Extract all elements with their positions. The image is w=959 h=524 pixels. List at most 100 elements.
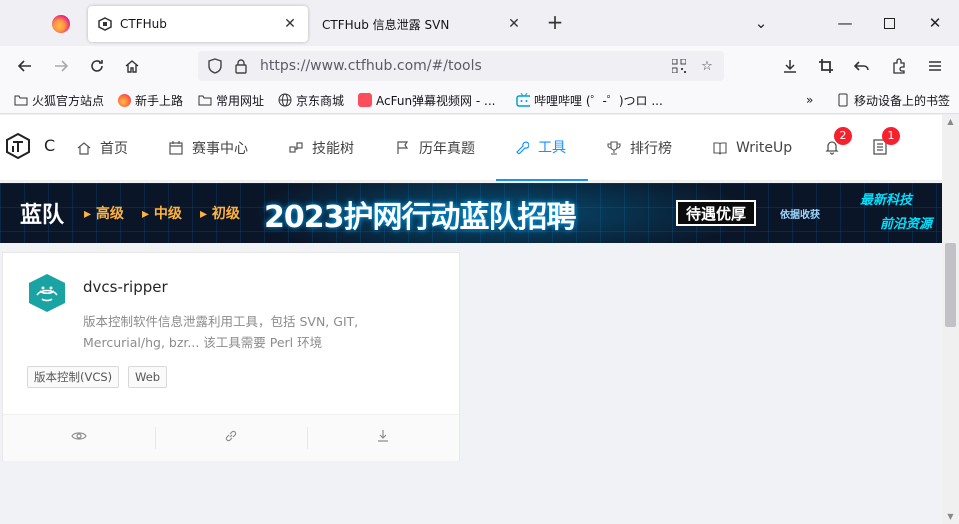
site-header: C 首页 赛事中心 技能树 历年真题 工具 排行榜 WriteUp 2 1	[0, 115, 942, 181]
flag-icon	[395, 140, 411, 156]
wrench-icon	[514, 139, 530, 155]
scroll-up-arrow-icon[interactable]: ▲	[942, 115, 959, 129]
browser-nav-bar: ☆	[0, 46, 959, 86]
banner-level-label: 高级	[95, 206, 124, 222]
banner-level-label: 初级	[211, 206, 240, 222]
tool-avatar-icon	[28, 273, 66, 313]
nav-item-label: 技能树	[312, 141, 354, 157]
view-button[interactable]	[3, 415, 155, 461]
forward-arrow-icon[interactable]	[49, 54, 73, 78]
window-close-button[interactable]: ✕	[924, 12, 946, 34]
tab-label: CTFHub	[120, 17, 167, 31]
folder-icon	[198, 93, 212, 107]
nav-item-writeup[interactable]: WriteUp	[712, 115, 792, 181]
maximize-button[interactable]	[878, 12, 900, 34]
eye-icon	[71, 430, 87, 446]
ctfhub-logo-icon[interactable]	[4, 132, 32, 160]
bookmark-item[interactable]: 移动设备上的书签	[836, 91, 950, 109]
notification-count-badge: 2	[834, 127, 852, 145]
banner-level-2: ▸ 中级	[142, 206, 182, 222]
tree-icon	[288, 140, 304, 156]
shield-icon[interactable]	[206, 57, 224, 75]
new-tab-button[interactable]: +	[545, 12, 565, 33]
menu-icon[interactable]	[923, 54, 947, 78]
folder-icon	[14, 93, 28, 107]
nav-item-label: WriteUp	[736, 140, 793, 156]
bookmark-label: 京东商城	[296, 93, 345, 108]
nav-item-label: 历年真题	[419, 141, 475, 157]
site-logo-text[interactable]: C	[44, 136, 55, 155]
bookmark-label: 新手上路	[135, 93, 184, 108]
back-arrow-icon[interactable]	[13, 54, 37, 78]
lock-icon[interactable]	[232, 57, 250, 75]
page-viewport: C 首页 赛事中心 技能树 历年真题 工具 排行榜 WriteUp 2 1 蓝队…	[0, 115, 942, 524]
banner-sub-tag: 依据收获	[780, 209, 820, 221]
bookmark-label: 常用网址	[216, 93, 265, 108]
nav-item-label: 排行榜	[630, 141, 672, 157]
close-icon[interactable]: ✕	[282, 16, 298, 32]
bookmarks-bar: 火狐官方站点 新手上路 常用网址 京东商城 AcFun弹幕视频网 - ... 哔…	[0, 86, 959, 114]
tool-card-actions	[3, 414, 459, 461]
banner-headline: 2023护网行动蓝队招聘	[264, 200, 576, 235]
bookmark-item[interactable]: 京东商城	[278, 91, 344, 109]
minimize-button[interactable]: —	[834, 12, 856, 34]
calendar-icon	[168, 140, 184, 156]
banner-level-label: 中级	[153, 206, 182, 222]
nav-item-home[interactable]: 首页	[76, 115, 128, 181]
bookmark-item[interactable]: 新手上路	[117, 91, 183, 109]
download-icon[interactable]	[778, 54, 802, 78]
reload-icon[interactable]	[85, 54, 109, 78]
page-scrollbar[interactable]: ▲ ▼	[942, 115, 959, 524]
nav-item-leaderboard[interactable]: 排行榜	[606, 115, 672, 181]
bookmark-item[interactable]: 常用网址	[198, 91, 264, 109]
extensions-icon[interactable]	[887, 54, 911, 78]
tool-tag[interactable]: Web	[128, 366, 168, 388]
banner-level-1: ▸ 高级	[84, 206, 124, 222]
home-icon	[76, 140, 92, 156]
link-button[interactable]	[155, 415, 307, 461]
star-icon[interactable]: ☆	[698, 57, 716, 75]
crop-icon[interactable]	[814, 54, 838, 78]
banner-level-3: ▸ 初级	[200, 206, 240, 222]
tab-ctfhub[interactable]: CTFHub ✕	[88, 6, 308, 42]
tab-ctfhub-svn[interactable]: CTFHub 信息泄露 SVN ✕	[312, 6, 532, 42]
mobile-icon	[836, 93, 850, 107]
close-icon[interactable]: ✕	[506, 16, 522, 32]
undo-icon[interactable]	[850, 54, 874, 78]
nav-item-tools[interactable]: 工具	[496, 115, 588, 181]
firefox-icon	[117, 93, 131, 107]
book-icon	[712, 140, 728, 156]
bookmark-label: 哔哩哔哩 (゜-゜)つロ ...	[534, 93, 663, 108]
bookmark-item[interactable]: 哔哩哔哩 (゜-゜)つロ ...	[516, 91, 663, 109]
trophy-icon	[606, 140, 622, 156]
bookmark-item[interactable]: 火狐官方站点	[14, 91, 104, 109]
message-count-badge: 1	[882, 127, 900, 145]
bookmarks-overflow-chevron-icon[interactable]: »	[806, 91, 813, 109]
tool-card[interactable]: dvcs-ripper 版本控制软件信息泄露利用工具，包括 SVN, GIT, …	[2, 252, 460, 461]
home-icon[interactable]	[120, 54, 144, 78]
url-input[interactable]	[260, 58, 660, 74]
download-button[interactable]	[307, 415, 459, 461]
scrollbar-thumb[interactable]	[945, 243, 956, 327]
scroll-down-arrow-icon[interactable]: ▼	[942, 510, 959, 524]
nav-item-label: 赛事中心	[192, 141, 248, 157]
tool-tag[interactable]: 版本控制(VCS)	[27, 366, 120, 388]
chevron-down-icon[interactable]: ⌄	[750, 12, 772, 34]
banner-right-tag-1: 最新科技	[860, 192, 913, 208]
tool-title[interactable]: dvcs-ripper	[83, 278, 168, 296]
recruitment-banner[interactable]: 蓝队 ▸ 高级 ▸ 中级 ▸ 初级 2023护网行动蓝队招聘 待遇优厚 依据收获…	[0, 183, 942, 243]
firefox-icon[interactable]	[52, 15, 70, 33]
nav-item-skill-tree[interactable]: 技能树	[288, 115, 354, 181]
nav-item-events[interactable]: 赛事中心	[168, 115, 248, 181]
nav-item-label: 首页	[100, 141, 128, 157]
download-icon	[376, 429, 390, 447]
qr-code-icon[interactable]	[670, 57, 688, 75]
ctfhub-favicon-icon	[98, 17, 112, 31]
nav-item-label: 工具	[538, 140, 566, 156]
nav-item-past-questions[interactable]: 历年真题	[395, 115, 475, 181]
url-bar[interactable]: ☆	[198, 51, 724, 81]
bookmark-label: 火狐官方站点	[32, 93, 105, 108]
bookmark-label: AcFun弹幕视频网 - ...	[376, 93, 496, 108]
banner-left-title: 蓝队	[20, 203, 65, 228]
bookmark-item[interactable]: AcFun弹幕视频网 - ...	[358, 91, 495, 109]
